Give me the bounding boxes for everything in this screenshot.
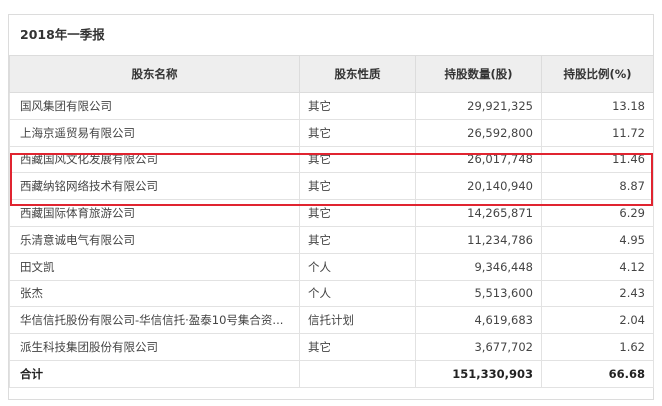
- share-count: 11,234,786: [415, 225, 542, 254]
- table-row: 西藏国际体育旅游公司 其它 14,265,871 6.29: [9, 199, 654, 227]
- total-nature: [299, 359, 416, 388]
- shareholder-nature: 其它: [299, 92, 416, 120]
- total-label: 合计: [9, 359, 300, 388]
- shareholder-nature: 其它: [299, 118, 416, 147]
- shareholder-nature: 其它: [299, 172, 416, 201]
- total-row: 合计 151,330,903 66.68: [9, 359, 654, 388]
- shareholder-nature: 个人: [299, 252, 416, 281]
- share-ratio: 6.29: [541, 199, 654, 227]
- table-header-row: 股东名称 股东性质 持股数量(股) 持股比例(%): [9, 55, 654, 93]
- header-share-count: 持股数量(股): [415, 55, 542, 93]
- share-ratio: 2.04: [541, 306, 654, 335]
- table-row: 田文凯 个人 9,346,448 4.12: [9, 252, 654, 281]
- share-count: 5,513,600: [415, 279, 542, 308]
- shareholder-name: 乐清意诚电气有限公司: [9, 225, 300, 254]
- share-count: 20,140,940: [415, 172, 542, 201]
- table-row: 西藏国风文化发展有限公司 其它 26,017,748 11.46: [9, 145, 654, 174]
- shareholder-name: 西藏纳铭网络技术有限公司: [9, 172, 300, 201]
- shareholder-name: 张杰: [9, 279, 300, 308]
- total-shares: 151,330,903: [415, 359, 542, 388]
- share-ratio: 1.62: [541, 333, 654, 361]
- table-row: 乐清意诚电气有限公司 其它 11,234,786 4.95: [9, 225, 654, 254]
- header-shareholder-name: 股东名称: [9, 55, 300, 93]
- share-count: 26,017,748: [415, 145, 542, 174]
- table-row: 西藏纳铭网络技术有限公司 其它 20,140,940 8.87: [9, 172, 654, 201]
- header-share-ratio: 持股比例(%): [541, 55, 654, 93]
- shareholder-name: 派生科技集团股份有限公司: [9, 333, 300, 361]
- share-ratio: 11.72: [541, 118, 654, 147]
- header-shareholder-nature: 股东性质: [299, 55, 416, 93]
- share-ratio: 4.12: [541, 252, 654, 281]
- shareholder-nature: 信托计划: [299, 306, 416, 335]
- period-title: 2018年一季报: [20, 27, 105, 42]
- shareholder-name: 西藏国际体育旅游公司: [9, 199, 300, 227]
- share-count: 4,619,683: [415, 306, 542, 335]
- shareholder-nature: 其它: [299, 145, 416, 174]
- shareholder-nature: 其它: [299, 199, 416, 227]
- share-ratio: 13.18: [541, 92, 654, 120]
- share-count: 29,921,325: [415, 92, 542, 120]
- shareholder-nature: 其它: [299, 225, 416, 254]
- share-ratio: 2.43: [541, 279, 654, 308]
- shareholder-name: 田文凯: [9, 252, 300, 281]
- share-count: 9,346,448: [415, 252, 542, 281]
- shareholder-name: 上海京遥贸易有限公司: [9, 118, 300, 147]
- shareholder-name: 华信信托股份有限公司-华信信托·盈泰10号集合资...: [9, 306, 300, 335]
- table-row: 国风集团有限公司 其它 29,921,325 13.18: [9, 92, 654, 120]
- table-row: 华信信托股份有限公司-华信信托·盈泰10号集合资... 信托计划 4,619,683…: [9, 306, 654, 335]
- share-count: 26,592,800: [415, 118, 542, 147]
- table-row: 张杰 个人 5,513,600 2.43: [9, 279, 654, 308]
- shareholder-name: 国风集团有限公司: [9, 92, 300, 120]
- share-count: 14,265,871: [415, 199, 542, 227]
- table-row: 上海京遥贸易有限公司 其它 26,592,800 11.72: [9, 118, 654, 147]
- table-body: 国风集团有限公司 其它 29,921,325 13.18 上海京遥贸易有限公司 其它 26,…: [9, 92, 654, 388]
- share-count: 3,677,702: [415, 333, 542, 361]
- shareholder-table: 股东名称 股东性质 持股数量(股) 持股比例(%) 国风集团有限公司 其它 29,9…: [9, 55, 654, 388]
- table-row: 派生科技集团股份有限公司 其它 3,677,702 1.62: [9, 333, 654, 361]
- share-ratio: 11.46: [541, 145, 654, 174]
- total-ratio: 66.68: [541, 359, 654, 388]
- share-ratio: 4.95: [541, 225, 654, 254]
- shareholder-nature: 其它: [299, 333, 416, 361]
- shareholder-nature: 个人: [299, 279, 416, 308]
- share-ratio: 8.87: [541, 172, 654, 201]
- shareholder-name: 西藏国风文化发展有限公司: [9, 145, 300, 174]
- shareholder-panel: 2018年一季报 股东名称 股东性质 持股数量(股) 持股比例(%) 国风集团有…: [8, 14, 654, 400]
